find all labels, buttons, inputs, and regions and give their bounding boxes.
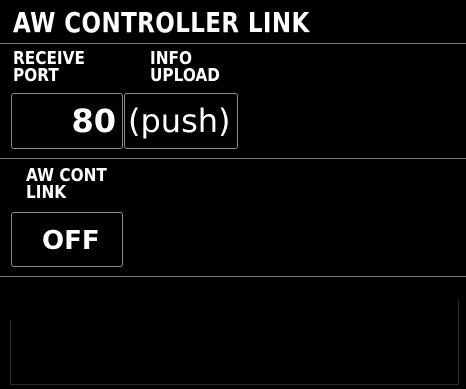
aw-cont-link-label: AW CONT LINK: [26, 165, 107, 203]
aw-cont-link-value: OFF: [42, 226, 100, 256]
title-bar: AW CONTROLLER LINK: [0, 0, 466, 44]
divider: [458, 300, 459, 385]
divider: [10, 320, 11, 385]
aw-controller-link-panel: AW CONTROLLER LINK RECEIVE PORT INFO UPL…: [0, 0, 466, 389]
receive-port-field[interactable]: 80: [11, 93, 123, 149]
divider: [10, 384, 458, 385]
info-upload-label: INFO UPLOAD: [150, 48, 220, 86]
divider: [0, 158, 466, 159]
info-upload-value: (push): [128, 102, 231, 140]
page-title: AW CONTROLLER LINK: [13, 6, 310, 39]
receive-port-label: RECEIVE PORT: [13, 48, 85, 86]
aw-cont-link-field[interactable]: OFF: [11, 212, 123, 267]
info-upload-field[interactable]: (push): [124, 93, 238, 149]
receive-port-value: 80: [71, 102, 116, 140]
divider: [0, 276, 466, 277]
